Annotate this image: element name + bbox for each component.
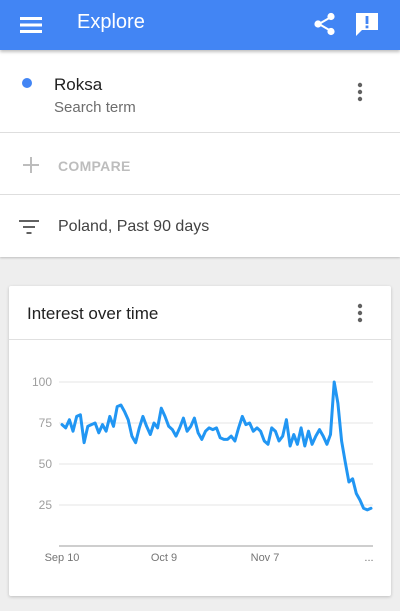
x-tick-label: ...	[364, 552, 373, 564]
more-vert-icon	[357, 82, 363, 102]
y-tick-label: 75	[39, 416, 53, 430]
card-more-button[interactable]	[350, 301, 370, 325]
interest-line-chart: 100 75 50 25 Sep 10 Oct 9 Nov 7...	[32, 375, 374, 564]
filter-list-icon	[19, 220, 39, 234]
filter-summary: Poland, Past 90 days	[58, 218, 210, 235]
app-bar: Explore	[0, 0, 400, 50]
feedback-icon	[356, 13, 378, 36]
share-icon	[314, 12, 335, 36]
feedback-button[interactable]	[350, 8, 384, 40]
y-tick-label: 100	[32, 375, 52, 389]
y-tick-label: 50	[39, 457, 53, 471]
series-line	[60, 380, 373, 512]
y-tick-label: 25	[39, 498, 53, 512]
term-more-button[interactable]	[350, 80, 370, 104]
query-panel: Roksa Search term COMPARE Poland, Past 9…	[0, 50, 400, 257]
card-header: Interest over time	[9, 286, 391, 340]
search-term-row[interactable]: Roksa Search term	[0, 50, 400, 133]
x-tick-label: Nov 7	[251, 552, 280, 564]
plus-icon	[23, 157, 39, 173]
page-title: Explore	[77, 11, 145, 33]
compare-button[interactable]: COMPARE	[58, 158, 131, 174]
share-button[interactable]	[309, 8, 341, 40]
term-color-dot	[22, 78, 32, 88]
interest-over-time-card: Interest over time 100 75 50 25 Sep 10 Oct 9 N…	[9, 286, 391, 596]
x-tick-label: Oct 9	[151, 552, 177, 564]
more-vert-icon	[357, 303, 363, 323]
x-tick-label: Sep 10	[45, 552, 80, 564]
card-title: Interest over time	[27, 304, 159, 323]
hamburger-menu-icon	[20, 17, 42, 33]
menu-button[interactable]	[12, 9, 48, 41]
search-term-type: Search term	[54, 99, 136, 116]
search-term-name: Roksa	[54, 75, 103, 94]
